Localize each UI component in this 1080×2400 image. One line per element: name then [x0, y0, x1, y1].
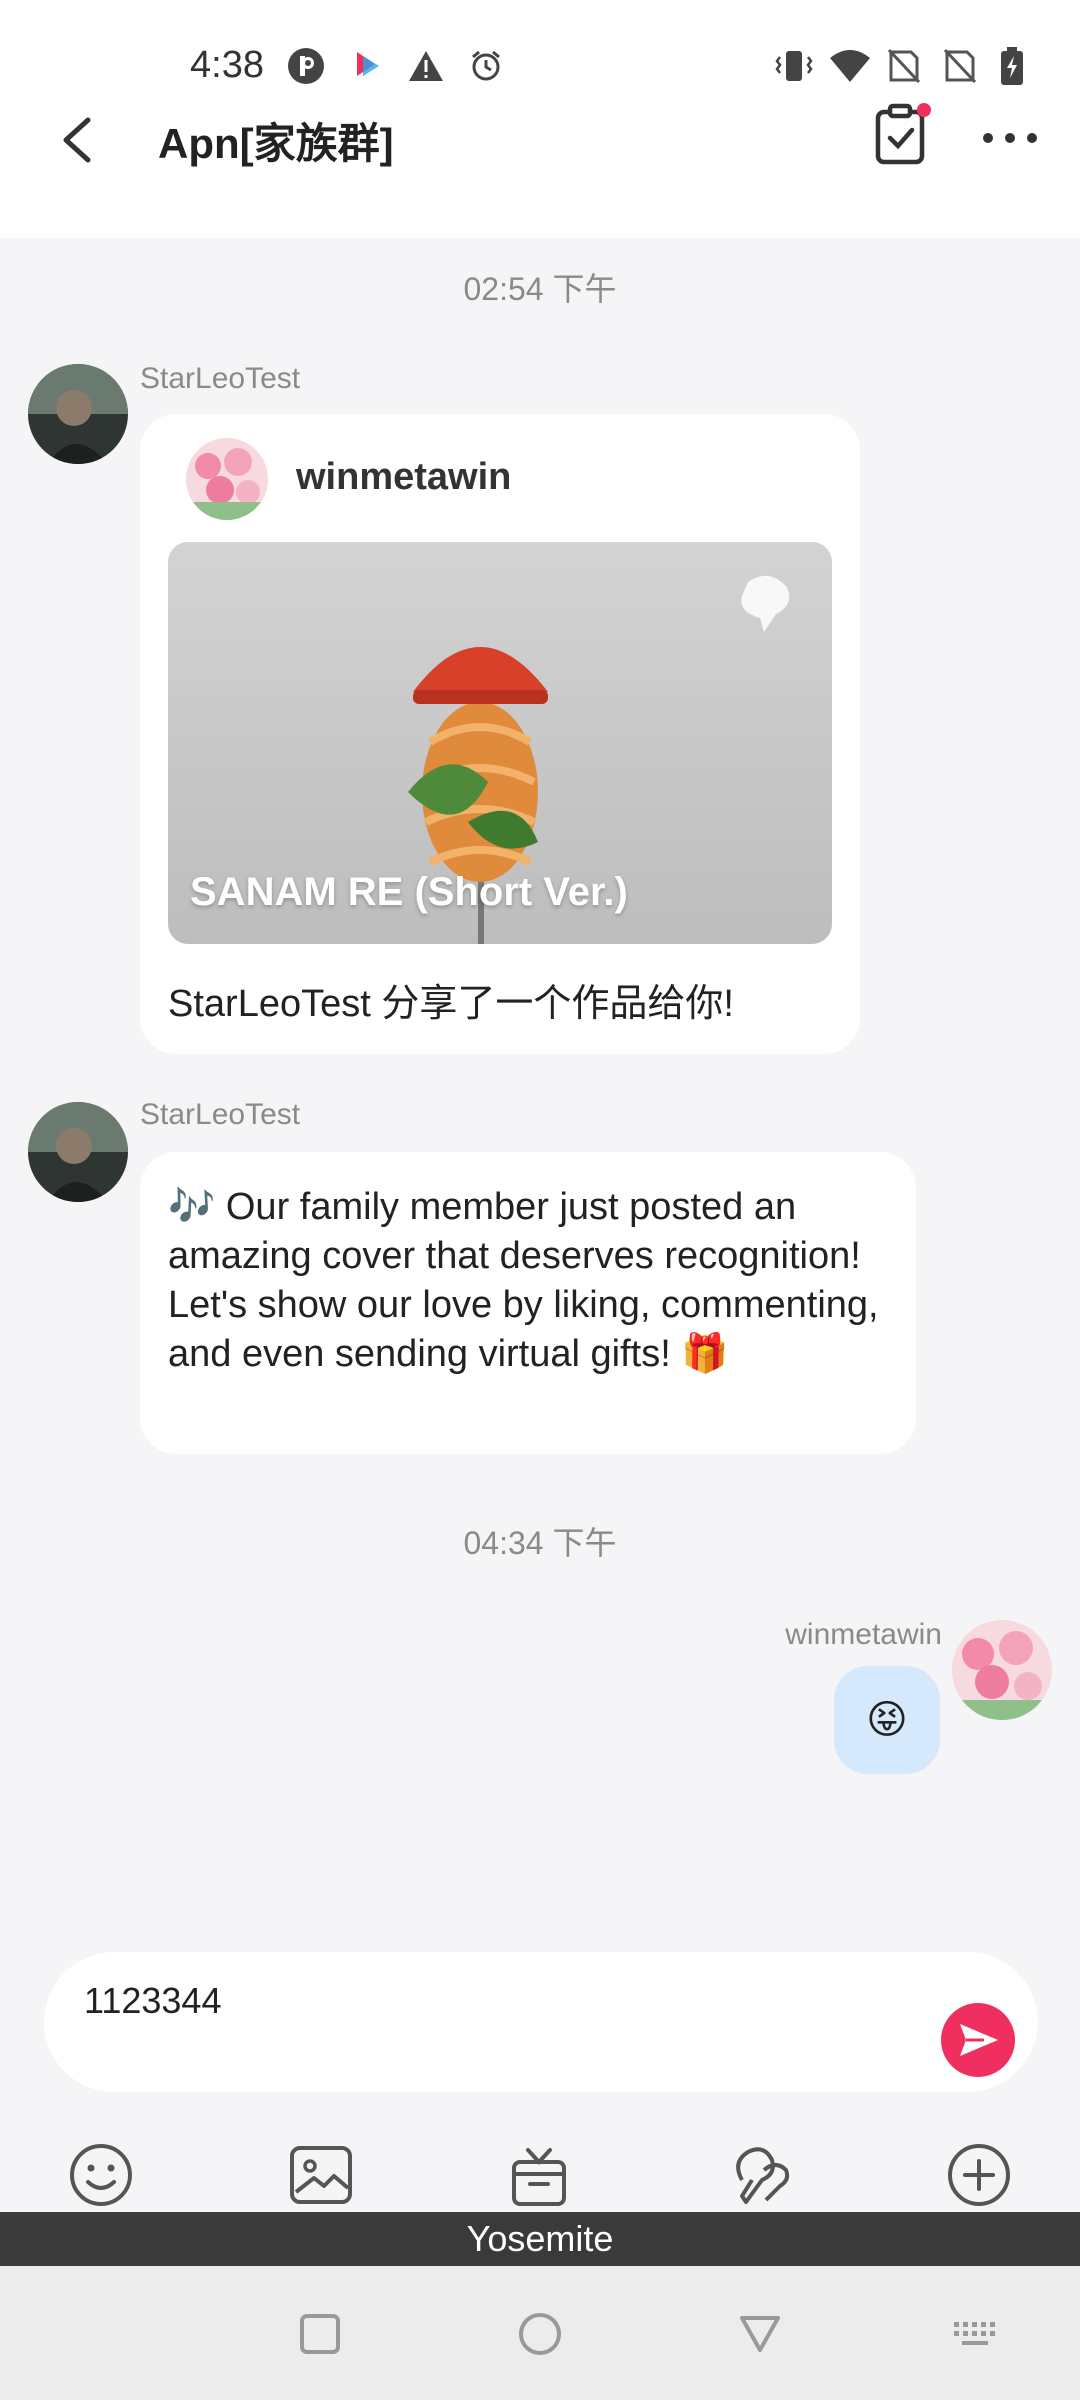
emoji-message: 😝 — [866, 1698, 908, 1742]
card-user-avatar — [186, 438, 268, 520]
keyboard-label: Yosemite — [0, 2212, 1080, 2266]
message-input[interactable] — [44, 1952, 1038, 2092]
emoji-button[interactable] — [66, 2140, 136, 2210]
sender-name: winmetawin — [785, 1618, 942, 1651]
alarm-icon — [466, 46, 506, 86]
gift-button[interactable] — [504, 2140, 574, 2210]
recents-button[interactable] — [296, 2310, 344, 2358]
no-sim-icon — [940, 46, 980, 86]
share-caption: StarLeoTest 分享了一个作品给你! — [168, 983, 734, 1025]
avatar[interactable] — [952, 1620, 1052, 1720]
status-time: 4:38 — [190, 44, 264, 86]
back-button[interactable] — [52, 108, 108, 172]
video-title: SANAM RE (Short Ver.) — [190, 870, 628, 914]
circle-icon — [519, 2313, 561, 2355]
duet-mic-button[interactable] — [724, 2140, 794, 2210]
vibrate-icon — [774, 46, 814, 86]
keyboard-icon — [954, 2322, 995, 2345]
more-button[interactable] — [980, 118, 1040, 158]
battery-charging-icon — [994, 46, 1030, 86]
emoji-icon — [70, 2144, 132, 2206]
sender-name: StarLeoTest — [140, 362, 301, 395]
back-nav-button[interactable] — [736, 2310, 784, 2358]
card-username: winmetawin — [296, 456, 512, 498]
triangle-down-icon — [740, 2316, 780, 2352]
avatar[interactable] — [28, 364, 128, 464]
image-button[interactable] — [286, 2140, 356, 2210]
send-icon — [941, 2003, 1015, 2077]
clipboard-check-icon — [875, 103, 931, 165]
send-button[interactable] — [940, 2002, 1016, 2078]
message-input-value: 1123344 — [84, 1980, 222, 2021]
keyboard-toggle-button[interactable] — [950, 2316, 1000, 2352]
timestamp: 04:34 下午 — [463, 1525, 617, 1561]
square-icon — [300, 2314, 340, 2354]
app-notification-icon — [348, 46, 388, 86]
image-icon — [290, 2146, 352, 2204]
more-dots-icon — [983, 133, 1037, 143]
gift-icon — [512, 2148, 566, 2206]
task-button[interactable] — [868, 98, 940, 170]
page-title: Apn[家族群] — [158, 120, 394, 167]
timestamp: 02:54 下午 — [463, 271, 617, 307]
more-options-button[interactable] — [944, 2140, 1014, 2210]
warning-icon — [406, 46, 446, 86]
chevron-left-icon — [63, 117, 91, 163]
avatar[interactable] — [28, 1102, 128, 1202]
message-text: 🎶 Our family member just posted an amazi… — [168, 1186, 879, 1375]
no-sim-icon — [884, 46, 924, 86]
sender-name: StarLeoTest — [140, 1098, 301, 1131]
wifi-icon — [826, 46, 874, 86]
p-icon — [286, 46, 326, 86]
plus-icon — [948, 2144, 1010, 2206]
duet-mic-icon — [736, 2147, 790, 2204]
own-message-bubble[interactable]: 😝 — [834, 1666, 940, 1774]
home-button[interactable] — [516, 2310, 564, 2358]
